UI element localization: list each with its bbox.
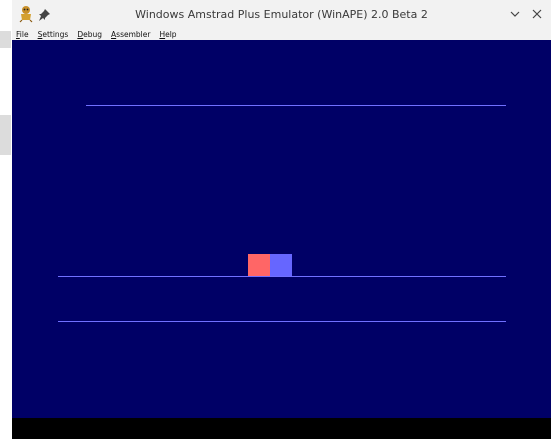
menu-debug[interactable]: Debug <box>77 29 102 40</box>
menu-help[interactable]: Help <box>159 29 176 40</box>
screen-border <box>12 418 551 439</box>
menu-file[interactable]: File <box>16 29 29 40</box>
close-icon[interactable] <box>528 5 546 23</box>
chevron-down-icon[interactable] <box>506 5 524 23</box>
red-block <box>248 254 270 276</box>
emulator-screen[interactable] <box>12 40 551 418</box>
background-desktop-strip <box>0 0 12 439</box>
winape-app-icon[interactable] <box>18 5 34 23</box>
top-horizontal-line <box>86 105 506 106</box>
blue-block <box>270 254 292 276</box>
bottom-horizontal-line <box>58 321 506 322</box>
pin-icon[interactable] <box>37 7 51 21</box>
menu-assembler[interactable]: Assembler <box>111 29 150 40</box>
title-bar[interactable]: Windows Amstrad Plus Emulator (WinAPE) 2… <box>12 0 551 29</box>
menu-settings[interactable]: Settings <box>38 29 69 40</box>
background-window-edge <box>0 115 11 155</box>
background-window-edge <box>0 31 11 48</box>
middle-horizontal-line <box>58 276 506 277</box>
menu-bar: File Settings Debug Assembler Help <box>12 29 551 40</box>
emulator-window: Windows Amstrad Plus Emulator (WinAPE) 2… <box>12 0 551 439</box>
window-title: Windows Amstrad Plus Emulator (WinAPE) 2… <box>135 8 428 21</box>
